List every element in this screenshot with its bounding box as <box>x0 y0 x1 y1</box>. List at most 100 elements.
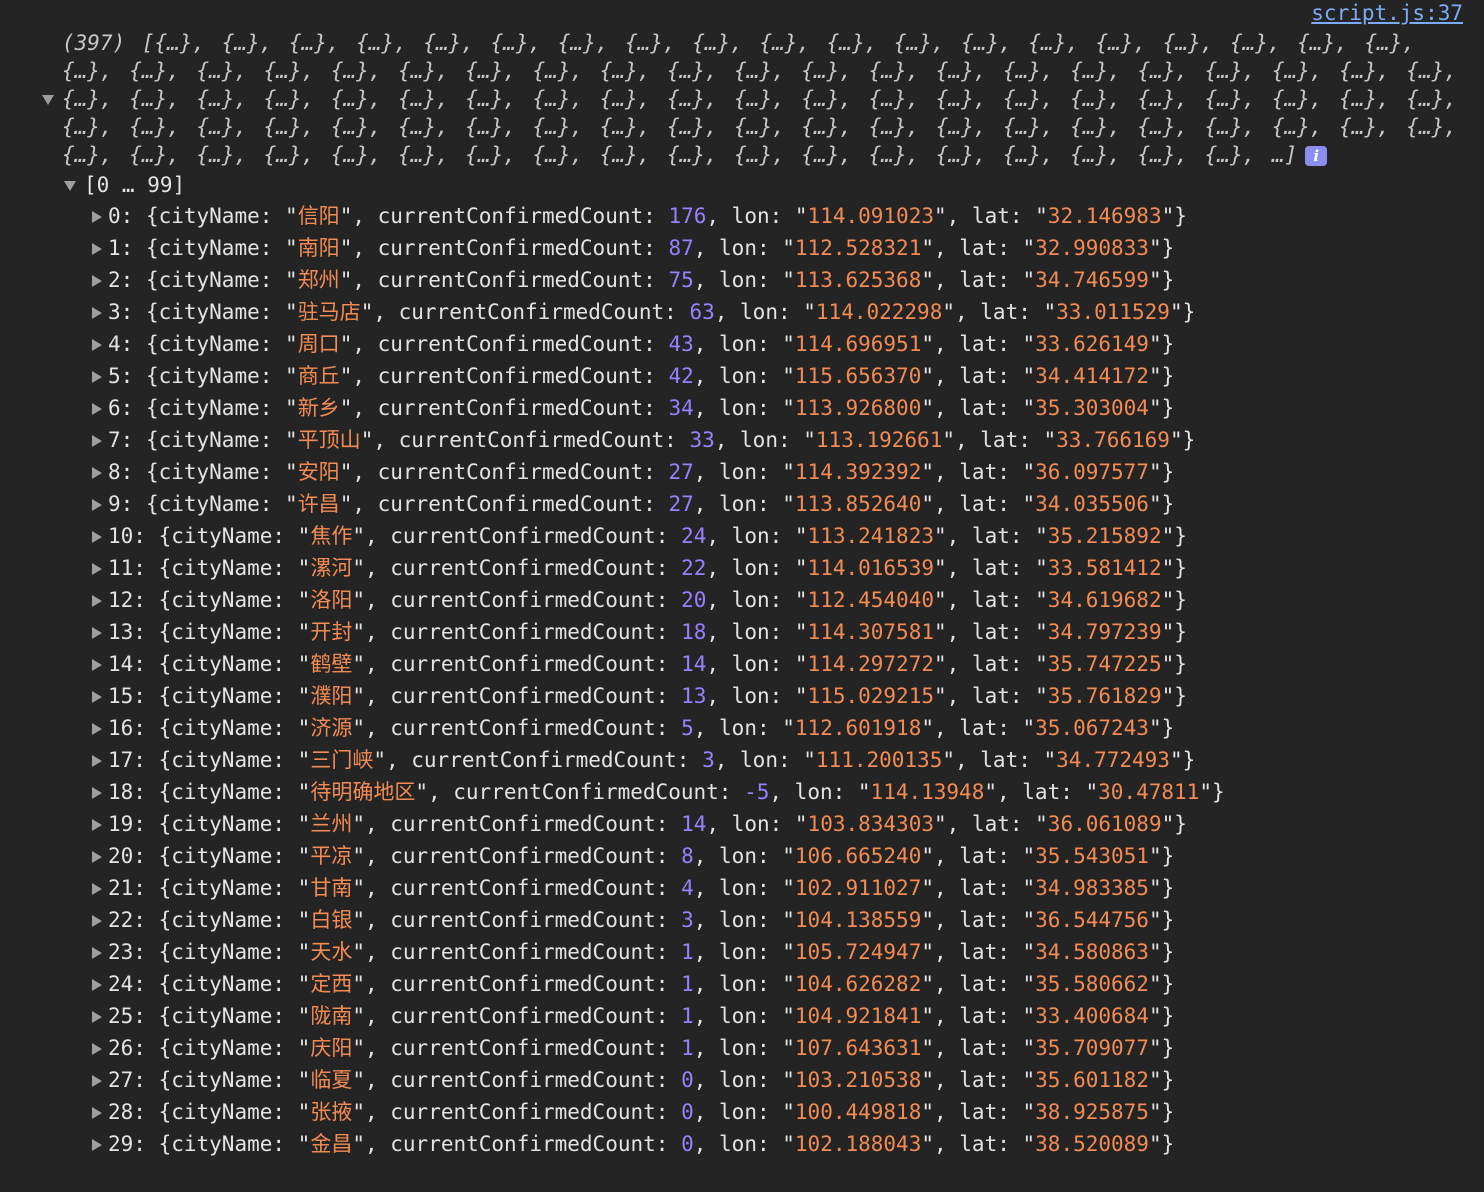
object-row[interactable]: 24: {cityName: "定西", currentConfirmedCou… <box>92 968 1225 1000</box>
source-link[interactable]: script.js:37 <box>1311 1 1463 25</box>
expand-arrow-icon[interactable] <box>92 435 102 447</box>
punctuation: ", <box>933 588 972 612</box>
object-row[interactable]: 27: {cityName: "临夏", currentConfirmedCou… <box>92 1064 1225 1096</box>
expand-collapse-arrow-icon[interactable] <box>42 95 54 105</box>
object-row[interactable]: 6: {cityName: "新乡", currentConfirmedCoun… <box>92 392 1225 424</box>
expand-arrow-icon[interactable] <box>92 947 102 959</box>
confirmed-count-value: 20 <box>681 588 707 612</box>
array-preview[interactable]: (397) [{…}, {…}, {…}, {…}, {…}, {…}, {…}… <box>62 29 1462 169</box>
punctuation: ", <box>921 844 960 868</box>
punctuation: ", <box>352 812 391 836</box>
object-row[interactable]: 16: {cityName: "济源", currentConfirmedCou… <box>92 712 1225 744</box>
object-row[interactable]: 0: {cityName: "信阳", currentConfirmedCoun… <box>92 200 1225 232</box>
range-group-0-99[interactable]: [0 … 99] <box>64 170 185 200</box>
object-row[interactable]: 13: {cityName: "开封", currentConfirmedCou… <box>92 616 1225 648</box>
punctuation: : <box>643 460 669 484</box>
expand-arrow-icon[interactable] <box>92 723 102 735</box>
object-row[interactable]: 15: {cityName: "濮阳", currentConfirmedCou… <box>92 680 1225 712</box>
object-row[interactable]: 5: {cityName: "商丘", currentConfirmedCoun… <box>92 360 1225 392</box>
punctuation: : <box>655 1100 682 1124</box>
punctuation: "} <box>1148 876 1175 900</box>
expand-arrow-icon[interactable] <box>92 1043 102 1055</box>
object-row[interactable]: 7: {cityName: "平顶山", currentConfirmedCou… <box>92 424 1225 456</box>
lon-key: lon <box>740 428 778 452</box>
punctuation: : <box>655 652 682 676</box>
expand-arrow-icon[interactable] <box>92 1139 102 1151</box>
object-row[interactable]: 2: {cityName: "郑州", currentConfirmedCoun… <box>92 264 1225 296</box>
confirmed-count-value: 24 <box>681 524 707 548</box>
object-row[interactable]: 4: {cityName: "周口", currentConfirmedCoun… <box>92 328 1225 360</box>
punctuation: : " <box>756 364 795 388</box>
object-row[interactable]: 8: {cityName: "安阳", currentConfirmedCoun… <box>92 456 1225 488</box>
lon-value: 114.091023 <box>807 204 934 228</box>
lon-key: lon <box>719 940 757 964</box>
object-row[interactable]: 1: {cityName: "南阳", currentConfirmedCoun… <box>92 232 1225 264</box>
expand-arrow-icon[interactable] <box>92 627 102 639</box>
expand-arrow-icon[interactable] <box>92 883 102 895</box>
object-row[interactable]: 9: {cityName: "许昌", currentConfirmedCoun… <box>92 488 1225 520</box>
punctuation: "} <box>1161 204 1187 228</box>
expand-arrow-icon[interactable] <box>92 531 102 543</box>
expand-arrow-icon[interactable] <box>92 1075 102 1087</box>
expand-arrow-icon[interactable] <box>92 819 102 831</box>
object-row[interactable]: 11: {cityName: "漯河", currentConfirmedCou… <box>92 552 1225 584</box>
confirmed-count-value: 0 <box>681 1068 694 1092</box>
expand-arrow-icon[interactable] <box>92 211 102 223</box>
object-row[interactable]: 22: {cityName: "白银", currentConfirmedCou… <box>92 904 1225 936</box>
object-row[interactable]: 12: {cityName: "洛阳", currentConfirmedCou… <box>92 584 1225 616</box>
expand-arrow-icon[interactable] <box>92 659 102 671</box>
expand-arrow-icon[interactable] <box>92 563 102 575</box>
expand-arrow-icon[interactable] <box>92 499 102 511</box>
object-row[interactable]: 17: {cityName: "三门峡", currentConfirmedCo… <box>92 744 1225 776</box>
expand-arrow-icon[interactable] <box>92 307 102 319</box>
punctuation: ", <box>921 972 960 996</box>
punctuation: : " <box>259 204 298 228</box>
punctuation: ", <box>352 1132 391 1156</box>
expand-arrow-icon[interactable] <box>92 595 102 607</box>
expand-arrow-icon[interactable] <box>92 371 102 383</box>
object-row[interactable]: 19: {cityName: "兰州", currentConfirmedCou… <box>92 808 1225 840</box>
object-row[interactable]: 26: {cityName: "庆阳", currentConfirmedCou… <box>92 1032 1225 1064</box>
expand-arrow-icon[interactable] <box>92 243 102 255</box>
punctuation: : { <box>133 1036 172 1060</box>
lat-value: 33.011529 <box>1056 300 1170 324</box>
expand-arrow-icon[interactable] <box>92 1107 102 1119</box>
expand-arrow-icon[interactable] <box>92 339 102 351</box>
object-row[interactable]: 10: {cityName: "焦作", currentConfirmedCou… <box>92 520 1225 552</box>
lat-key: lat <box>959 1068 998 1092</box>
expand-arrow-icon[interactable] <box>92 851 102 863</box>
object-row[interactable]: 18: {cityName: "待明确地区", currentConfirmed… <box>92 776 1225 808</box>
info-icon[interactable]: i <box>1305 146 1328 166</box>
object-row[interactable]: 21: {cityName: "甘南", currentConfirmedCou… <box>92 872 1225 904</box>
object-row[interactable]: 28: {cityName: "张掖", currentConfirmedCou… <box>92 1096 1225 1128</box>
city-name-value: 信阳 <box>297 204 340 228</box>
lon-value: 113.852640 <box>794 492 922 516</box>
row-index: 14 <box>108 652 134 676</box>
expand-arrow-icon[interactable] <box>92 755 102 767</box>
punctuation: "} <box>1148 460 1175 484</box>
object-row[interactable]: 23: {cityName: "天水", currentConfirmedCou… <box>92 936 1225 968</box>
expand-arrow-icon[interactable] <box>64 181 76 191</box>
lat-value: 35.303004 <box>1035 396 1149 420</box>
expand-arrow-icon[interactable] <box>92 467 102 479</box>
punctuation: "} <box>1199 780 1225 804</box>
expand-arrow-icon[interactable] <box>92 403 102 415</box>
object-row[interactable]: 3: {cityName: "驻马店", currentConfirmedCou… <box>92 296 1225 328</box>
punctuation: ", <box>933 620 972 644</box>
object-row[interactable]: 20: {cityName: "平凉", currentConfirmedCou… <box>92 840 1225 872</box>
object-row[interactable]: 29: {cityName: "金昌", currentConfirmedCou… <box>92 1128 1225 1160</box>
expand-arrow-icon[interactable] <box>92 691 102 703</box>
expand-arrow-icon[interactable] <box>92 275 102 287</box>
city-name-key: cityName <box>171 684 273 708</box>
expand-arrow-icon[interactable] <box>92 787 102 799</box>
expand-arrow-icon[interactable] <box>92 979 102 991</box>
confirmed-count-key: currentConfirmedCount <box>377 268 644 292</box>
punctuation: : " <box>997 332 1036 356</box>
punctuation: : <box>655 620 682 644</box>
object-row[interactable]: 14: {cityName: "鹤壁", currentConfirmedCou… <box>92 648 1225 680</box>
expand-arrow-icon[interactable] <box>92 915 102 927</box>
confirmed-count-key: currentConfirmedCount <box>390 556 656 580</box>
expand-arrow-icon[interactable] <box>92 1011 102 1023</box>
row-index: 27 <box>108 1068 134 1092</box>
object-row[interactable]: 25: {cityName: "陇南", currentConfirmedCou… <box>92 1000 1225 1032</box>
